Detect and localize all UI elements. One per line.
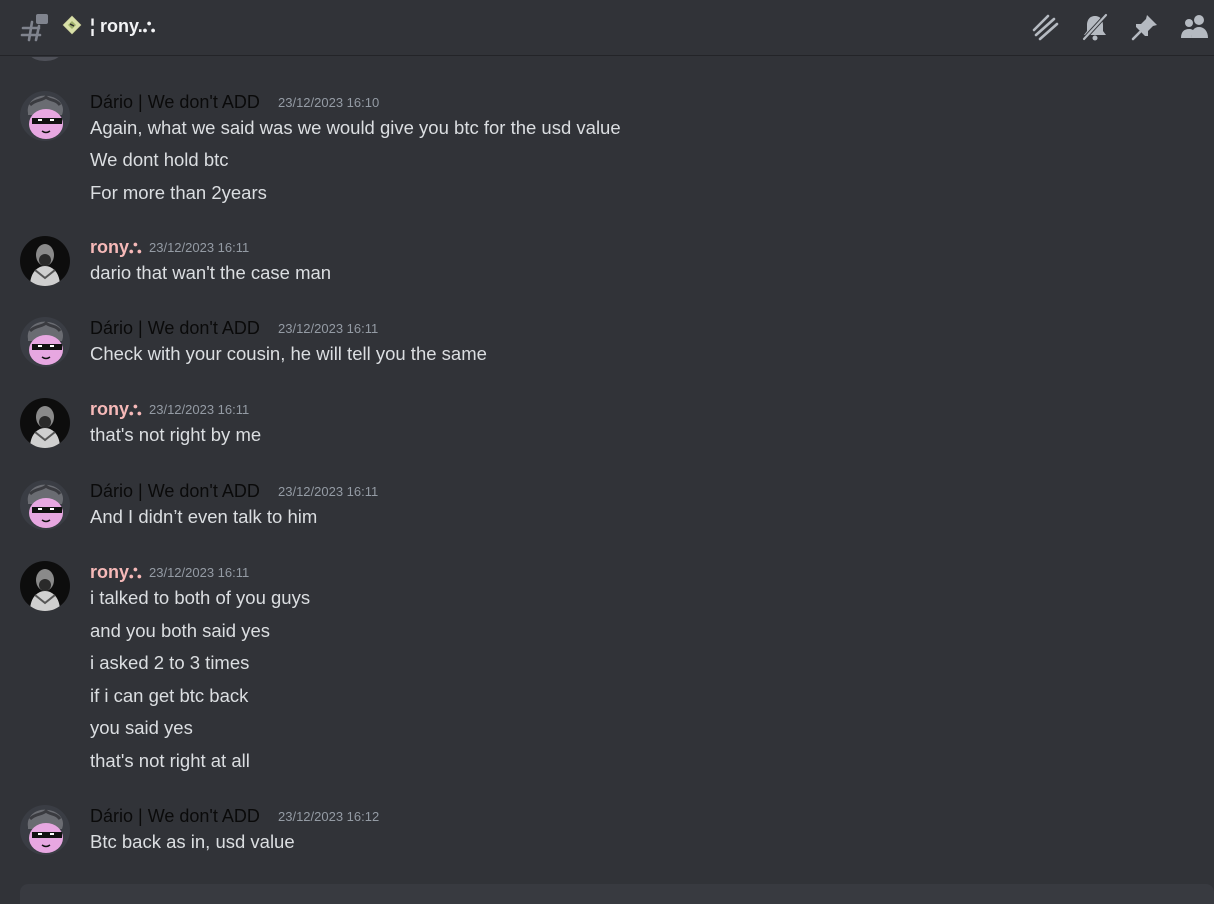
diamond-emoji-icon — [62, 15, 82, 35]
dario-avatar-icon — [20, 91, 70, 141]
notification-muted-icon[interactable] — [1080, 12, 1110, 42]
dario-avatar-icon — [20, 317, 70, 367]
threads-icon[interactable] — [1030, 12, 1060, 42]
message-line: and you both said yes — [90, 620, 270, 641]
thread-channel-icon — [20, 14, 48, 42]
channel-header: ¦ rony.⛬ — [0, 0, 1214, 56]
message-line: And I didn’t even talk to him — [90, 506, 318, 527]
message-line: Btc back as in, usd value — [90, 831, 295, 852]
message-line: if i can get btc back — [90, 685, 249, 706]
dario-avatar-icon — [20, 480, 70, 530]
dario-avatar-icon — [20, 805, 70, 855]
author-name[interactable]: Dário | We don't ADD — [90, 91, 260, 113]
message-timestamp: 23/12/2023 16:11 — [278, 484, 379, 499]
message-line: Check with your cousin, he will tell you… — [90, 343, 487, 364]
rony-avatar-icon — [20, 398, 70, 448]
message-timestamp: 23/12/2023 16:11 — [278, 321, 379, 336]
avatar[interactable] — [20, 805, 70, 855]
author-name[interactable]: Dário | We don't ADD — [90, 805, 260, 827]
members-icon[interactable] — [1180, 12, 1210, 42]
avatar[interactable] — [20, 236, 70, 286]
message-list: Dário | We don't ADD 23/12/2023 16:10 Ag… — [0, 57, 1214, 884]
channel-title: ¦ rony.⛬ — [90, 16, 156, 36]
message-composer[interactable] — [20, 884, 1214, 904]
avatar[interactable] — [20, 480, 70, 530]
message-line: For more than 2years — [90, 182, 267, 203]
avatar[interactable] — [20, 398, 70, 448]
message-line: We dont hold btc — [90, 149, 229, 170]
message-line: you said yes — [90, 717, 193, 738]
author-name[interactable]: Dário | We don't ADD — [90, 480, 260, 502]
rony-avatar-icon — [20, 561, 70, 611]
message-timestamp: 23/12/2023 16:12 — [278, 809, 380, 824]
message-line: i asked 2 to 3 times — [90, 652, 250, 673]
avatar[interactable] — [20, 91, 70, 141]
author-name[interactable]: rony⛬ — [90, 561, 142, 583]
previous-avatar-fragment — [22, 57, 68, 61]
message-line: i talked to both of you guys — [90, 587, 311, 608]
rony-avatar-icon — [20, 236, 70, 286]
author-name[interactable]: rony⛬ — [90, 236, 142, 258]
author-name[interactable]: Dário | We don't ADD — [90, 317, 260, 339]
message-timestamp: 23/12/2023 16:11 — [149, 402, 250, 417]
message-timestamp: 23/12/2023 16:11 — [149, 565, 250, 580]
message-line: that's not right by me — [90, 424, 262, 445]
message-line: that's not right at all — [90, 750, 250, 771]
pin-icon[interactable] — [1130, 12, 1160, 42]
message-timestamp: 23/12/2023 16:11 — [149, 240, 250, 255]
author-name[interactable]: rony⛬ — [90, 398, 142, 420]
avatar[interactable] — [20, 561, 70, 611]
message-timestamp: 23/12/2023 16:10 — [278, 95, 380, 110]
avatar[interactable] — [20, 317, 70, 367]
message-line: dario that wan't the case man — [90, 262, 332, 283]
message-line: Again, what we said was we would give yo… — [90, 117, 621, 138]
